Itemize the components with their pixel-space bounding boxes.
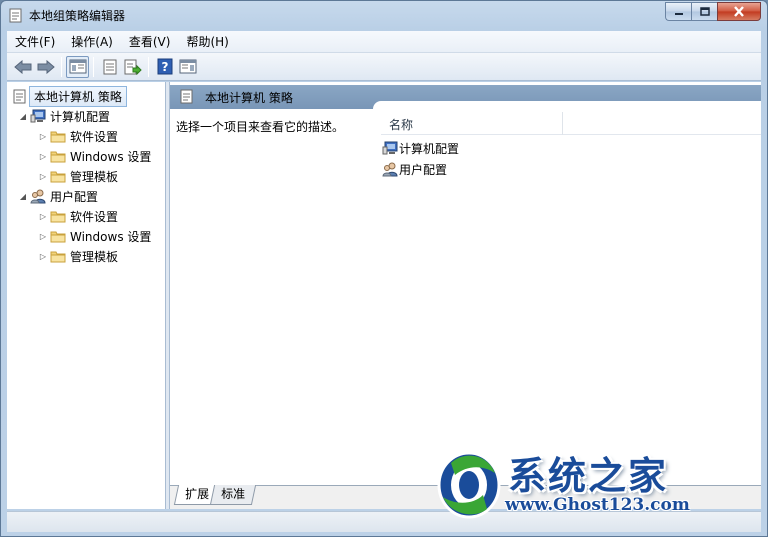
- tree-item-label: 计算机配置: [50, 109, 111, 124]
- tree-item-label: Windows 设置: [70, 229, 152, 244]
- tree-item-computer-config[interactable]: ◢ 计算机配置: [17, 106, 110, 126]
- tab-label: 标准: [221, 487, 246, 501]
- tab-standard[interactable]: 标准: [209, 485, 257, 505]
- tab-label: 扩展: [185, 487, 210, 501]
- tree-item-software-settings[interactable]: ▷ 软件设置: [37, 126, 118, 146]
- expand-arrow-icon[interactable]: ▷: [37, 132, 49, 141]
- export-list-button[interactable]: [121, 56, 144, 78]
- show-tree-button[interactable]: [66, 55, 89, 78]
- tree-item-label: 管理模板: [70, 249, 119, 264]
- description-text: 选择一个项目来查看它的描述。: [176, 120, 345, 134]
- items-list: 名称 计算机配置 用户配置: [373, 101, 761, 485]
- watermark: 系统之家 www.Ghost123.com: [433, 441, 743, 531]
- toolbar-separator: [61, 56, 62, 77]
- help-button[interactable]: ?: [153, 56, 176, 78]
- computer-icon: [29, 108, 47, 124]
- caption-buttons: [665, 2, 761, 21]
- tree-item-windows-settings[interactable]: ▷ Windows 设置: [37, 146, 151, 166]
- tree-item-admin-templates[interactable]: ▷ 管理模板: [37, 166, 118, 186]
- toolbar-separator: [93, 56, 94, 77]
- help-icon: ?: [157, 58, 172, 75]
- watermark-text: 系统之家: [508, 453, 669, 498]
- menu-file[interactable]: 文件(F): [7, 32, 63, 52]
- forward-arrow-icon: [37, 59, 55, 74]
- details-title: 本地计算机 策略: [205, 91, 293, 105]
- minimize-icon: [674, 12, 683, 15]
- show-action-pane-button[interactable]: [176, 56, 199, 78]
- list-item-label: 计算机配置: [399, 141, 460, 156]
- toolbar: ?: [7, 53, 761, 81]
- users-icon: [29, 188, 47, 204]
- folder-icon: [49, 228, 67, 244]
- title-bar[interactable]: 本地组策略编辑器: [1, 1, 767, 29]
- tree-item-label: 用户配置: [50, 189, 99, 204]
- collapse-arrow-icon[interactable]: ◢: [17, 192, 29, 201]
- tree-item-windows-settings[interactable]: ▷ Windows 设置: [37, 226, 151, 246]
- close-icon: [734, 6, 744, 17]
- show-action-pane-icon: [179, 59, 196, 74]
- expand-arrow-icon[interactable]: ▷: [37, 172, 49, 181]
- folder-icon: [49, 248, 67, 264]
- maximize-icon: [699, 7, 710, 16]
- description-panel: 选择一个项目来查看它的描述。: [170, 109, 380, 485]
- menu-help[interactable]: 帮助(H): [178, 32, 236, 52]
- expand-arrow-icon[interactable]: ▷: [37, 232, 49, 241]
- back-button[interactable]: [11, 56, 34, 78]
- folder-icon: [49, 208, 67, 224]
- policy-document-icon: [11, 88, 29, 104]
- folder-icon: [49, 168, 67, 184]
- list-item-user-config[interactable]: 用户配置: [381, 159, 447, 179]
- tree-item-label: 软件设置: [70, 209, 119, 224]
- close-button[interactable]: [717, 2, 761, 21]
- tree-item-label: 本地计算机 策略: [29, 85, 127, 107]
- properties-icon: [103, 59, 116, 74]
- maximize-button[interactable]: [691, 2, 717, 21]
- toolbar-separator: [148, 56, 149, 77]
- tree-item-user-config[interactable]: ◢ 用户配置: [17, 186, 98, 206]
- tree-item-label: 软件设置: [70, 129, 119, 144]
- tree-item-software-settings[interactable]: ▷ 软件设置: [37, 206, 118, 226]
- expand-arrow-icon[interactable]: ▷: [37, 152, 49, 161]
- column-header-name[interactable]: 名称: [389, 116, 413, 133]
- tree-item-label: 管理模板: [70, 169, 119, 184]
- app-icon: [9, 8, 23, 23]
- computer-icon: [381, 140, 399, 156]
- column-divider[interactable]: [562, 112, 563, 135]
- svg-text:?: ?: [161, 60, 168, 74]
- show-tree-icon: [69, 59, 86, 74]
- watermark-url: www.Ghost123.com: [505, 495, 690, 515]
- expand-arrow-icon[interactable]: ▷: [37, 212, 49, 221]
- forward-button[interactable]: [34, 56, 57, 78]
- tree-item-admin-templates[interactable]: ▷ 管理模板: [37, 246, 118, 266]
- minimize-button[interactable]: [665, 2, 691, 21]
- back-arrow-icon: [13, 59, 31, 74]
- list-item-computer-config[interactable]: 计算机配置: [381, 138, 459, 158]
- collapse-arrow-icon[interactable]: ◢: [17, 112, 29, 121]
- menu-view[interactable]: 查看(V): [121, 32, 179, 52]
- folder-icon: [49, 148, 67, 164]
- tree-item-label: Windows 设置: [70, 149, 152, 164]
- watermark-logo-icon: [437, 451, 501, 519]
- column-header: 名称: [381, 112, 761, 135]
- folder-icon: [49, 128, 67, 144]
- menu-action[interactable]: 操作(A): [63, 32, 121, 52]
- app-window: 本地组策略编辑器 文件(F) 操作(A) 查看(V) 帮助(H) ? 本地计算机…: [0, 0, 768, 537]
- users-icon: [381, 161, 399, 177]
- properties-button[interactable]: [98, 56, 121, 78]
- policy-document-icon: [180, 89, 194, 107]
- window-title: 本地组策略编辑器: [29, 9, 126, 23]
- list-item-label: 用户配置: [399, 162, 448, 177]
- menu-bar: 文件(F) 操作(A) 查看(V) 帮助(H): [7, 31, 761, 53]
- tree-item-local-computer-policy[interactable]: 本地计算机 策略: [11, 85, 127, 107]
- expand-arrow-icon[interactable]: ▷: [37, 252, 49, 261]
- console-tree: 本地计算机 策略 ◢ 计算机配置 ▷ 软件设置 ▷ Windows 设置 ▷ 管…: [7, 82, 166, 509]
- export-list-icon: [124, 59, 142, 75]
